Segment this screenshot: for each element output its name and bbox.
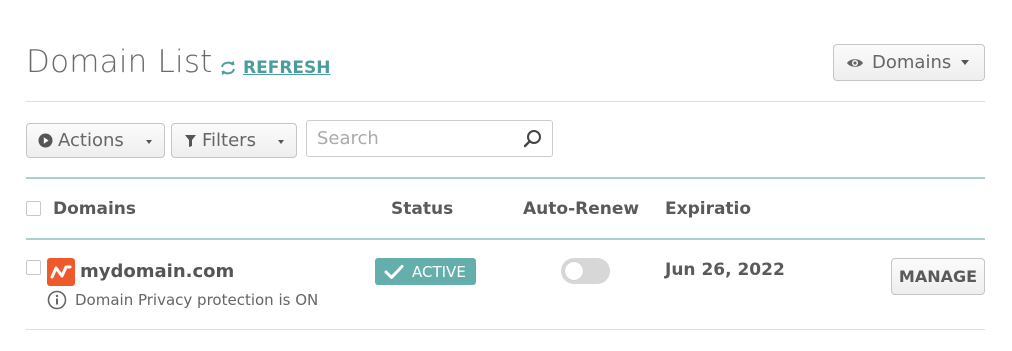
search-input[interactable]: [307, 121, 517, 156]
chevron-down-icon: [278, 140, 284, 144]
status-label: ACTIVE: [412, 262, 466, 281]
privacy-note: Domain Privacy protection is ON: [75, 291, 319, 309]
actions-label: Actions: [58, 130, 124, 151]
search-icon[interactable]: [523, 129, 542, 152]
row-divider: [26, 329, 985, 330]
page-title: Domain List: [26, 44, 213, 80]
eye-icon: [846, 57, 864, 69]
toggle-knob: [565, 262, 583, 280]
chevron-down-icon: [961, 60, 970, 65]
info-icon: [47, 290, 67, 310]
filters-dropdown[interactable]: Filters: [171, 123, 297, 158]
filters-label: Filters: [202, 130, 256, 151]
column-header-auto-renew[interactable]: Auto-Renew: [523, 199, 639, 219]
domains-view-dropdown[interactable]: Domains: [833, 44, 985, 81]
actions-dropdown[interactable]: Actions: [26, 123, 165, 158]
status-badge: ACTIVE: [375, 258, 476, 285]
column-header-expiration[interactable]: Expiratio: [665, 199, 751, 219]
select-all-checkbox[interactable]: [26, 201, 41, 216]
filter-icon: [185, 134, 196, 147]
chevron-down-icon: [146, 140, 152, 144]
namecheap-logo-icon: [47, 258, 75, 286]
manage-button[interactable]: MANAGE: [891, 258, 985, 295]
refresh-label: REFRESH: [243, 58, 331, 78]
domain-name-link[interactable]: mydomain.com: [80, 261, 234, 282]
checkmark-icon: [384, 264, 404, 280]
column-header-status[interactable]: Status: [391, 199, 453, 219]
play-circle-icon: [38, 133, 53, 148]
row-checkbox[interactable]: [26, 260, 41, 275]
table-top-divider: [26, 177, 985, 179]
column-header-domains[interactable]: Domains: [53, 199, 136, 219]
search-box[interactable]: [306, 120, 553, 157]
privacy-status: Domain Privacy protection is ON: [47, 290, 318, 310]
table-header-divider: [26, 238, 985, 240]
header-divider: [26, 101, 985, 102]
refresh-link[interactable]: REFRESH: [219, 58, 331, 78]
refresh-icon: [219, 60, 237, 76]
domains-view-label: Domains: [872, 52, 952, 73]
auto-renew-toggle[interactable]: [561, 258, 610, 284]
expiration-date: Jun 26, 2022: [665, 260, 785, 280]
